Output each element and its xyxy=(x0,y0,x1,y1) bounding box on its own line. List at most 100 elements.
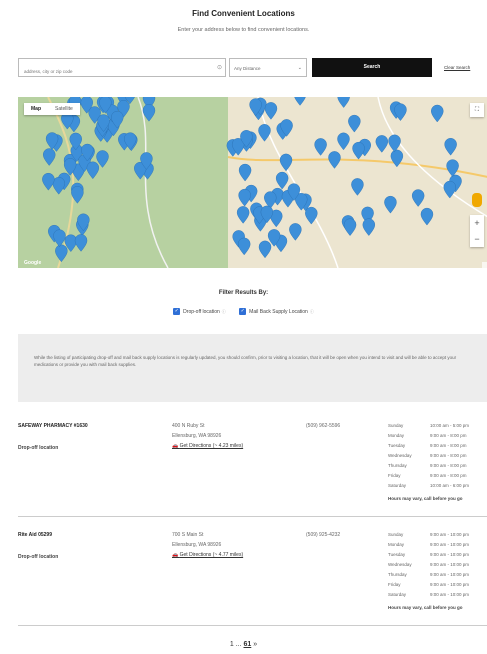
hours-day: Thursday xyxy=(388,572,407,577)
hours-time: 9:00 am - 8:00 pm xyxy=(430,473,467,478)
filter-title: Filter Results By: xyxy=(218,290,269,296)
page-subtitle: Enter your address below to find conveni… xyxy=(177,27,310,33)
hours-time: 9:00 am - 10:00 pm xyxy=(430,542,470,547)
page-ellipsis: ... xyxy=(235,641,242,648)
map-type-control: Map Satellite xyxy=(24,103,80,115)
zoom-in-button[interactable]: + xyxy=(470,215,484,231)
location-name: SAFEWAY PHARMACY #1630 xyxy=(18,423,88,429)
page-current: 61 xyxy=(243,641,252,648)
hours-day: Monday xyxy=(388,433,405,438)
hours-day: Friday xyxy=(388,582,401,587)
location-address-line1: 700 S Main St xyxy=(172,532,204,538)
hours-note: Hours may vary, call before you go xyxy=(388,605,463,610)
hours-day: Thursday xyxy=(388,463,407,468)
page-next-link[interactable]: » xyxy=(253,641,257,648)
hours-time: 9:00 am - 10:00 pm xyxy=(430,592,470,597)
hours-time: 9:00 am - 10:00 pm xyxy=(430,582,470,587)
map-attribution xyxy=(482,262,487,268)
hours-day: Friday xyxy=(388,473,401,478)
hours-row: Sunday 10:00 am - 5:00 pm xyxy=(388,423,487,433)
info-icon[interactable]: ⓘ xyxy=(222,309,226,315)
get-directions-link[interactable]: 🚗 Get Directions (~ 4.23 miles) xyxy=(172,443,243,449)
location-type: Drop-off location xyxy=(18,445,59,451)
street-view-icon[interactable] xyxy=(472,193,482,207)
hours-time: 10:00 am - 5:00 pm xyxy=(430,423,470,428)
distance-value: Any Distance xyxy=(234,66,261,71)
hours-time: 9:00 am - 10:00 pm xyxy=(430,532,470,537)
page-title: Find Convenient Locations xyxy=(192,9,295,18)
mailback-filter-checkbox[interactable]: ✓ Mail Back Supply Location ⓘ xyxy=(239,308,314,315)
directions-label: Get Directions (~ 4.23 miles) xyxy=(179,443,244,449)
hours-note: Hours may vary, call before you go xyxy=(388,496,463,501)
hours-day: Saturday xyxy=(388,592,407,597)
hours-row: Thursday 9:00 am - 8:00 pm xyxy=(388,463,487,473)
hours-day: Tuesday xyxy=(388,443,406,448)
zoom-control: + − xyxy=(470,215,484,247)
hours-row: Wednesday 9:00 am - 8:00 pm xyxy=(388,453,487,463)
location-name: Rite Aid 05299 xyxy=(18,532,52,538)
info-icon[interactable]: ⓘ xyxy=(310,309,314,315)
hours-time: 9:00 am - 10:00 pm xyxy=(430,552,470,557)
location-address-line2: Ellensburg, WA 98926 xyxy=(172,433,222,439)
hours-row: Friday 9:00 am - 8:00 pm xyxy=(388,473,487,483)
hours-row: Monday 9:00 am - 10:00 pm xyxy=(388,542,487,552)
locations-map[interactable]: Map Satellite ⛶ + − Google xyxy=(18,97,487,268)
locate-icon[interactable]: ⊙ xyxy=(217,64,222,71)
hours-day: Monday xyxy=(388,542,405,547)
get-directions-link[interactable]: 🚗 Get Directions (~ 4.77 miles) xyxy=(172,552,243,558)
address-input[interactable] xyxy=(18,58,226,77)
map-tab[interactable]: Map xyxy=(24,103,48,115)
location-row: Rite Aid 05299 Drop-off location 700 S M… xyxy=(18,524,487,626)
pagination: 1 ... 61 » xyxy=(0,641,487,648)
chevron-down-icon: ⌄ xyxy=(297,65,302,71)
hours-time: 9:00 am - 8:00 pm xyxy=(430,433,467,438)
directions-label: Get Directions (~ 4.77 miles) xyxy=(179,552,244,558)
location-phone[interactable]: (509) 925-4232 xyxy=(306,532,340,538)
hours-row: Saturday 10:00 am - 6:00 pm xyxy=(388,483,487,493)
hours-day: Saturday xyxy=(388,483,407,488)
hours-day: Tuesday xyxy=(388,552,406,557)
hours-row: Saturday 9:00 am - 10:00 pm xyxy=(388,592,487,602)
location-type: Drop-off location xyxy=(18,554,59,560)
clear-search-link[interactable]: Clear Search xyxy=(444,65,470,70)
location-row: SAFEWAY PHARMACY #1630 Drop-off location… xyxy=(18,415,487,517)
location-phone[interactable]: (509) 962-5596 xyxy=(306,423,340,429)
hours-time: 9:00 am - 10:00 pm xyxy=(430,562,470,567)
hours-day: Wednesday xyxy=(388,453,412,458)
hours-row: Tuesday 9:00 am - 8:00 pm xyxy=(388,443,487,453)
hours-time: 9:00 am - 8:00 pm xyxy=(430,443,467,448)
dropoff-filter-checkbox[interactable]: ✓ Drop-off location ⓘ xyxy=(173,308,226,315)
filter-options: ✓ Drop-off location ⓘ ✓ Mail Back Supply… xyxy=(0,308,487,315)
dropoff-filter-label: Drop-off location xyxy=(183,308,220,315)
hours-day: Wednesday xyxy=(388,562,412,567)
notice-banner: While the listing of participating drop-… xyxy=(18,334,487,402)
hours-row: Monday 9:00 am - 8:00 pm xyxy=(388,433,487,443)
satellite-tab[interactable]: Satellite xyxy=(48,103,80,115)
search-button[interactable]: Search xyxy=(312,58,432,77)
map-canvas xyxy=(18,97,487,268)
hours-time: 9:00 am - 8:00 pm xyxy=(430,463,467,468)
search-bar: ⊙ Any Distance ⌄ Search Clear Search xyxy=(18,58,487,78)
hours-row: Tuesday 9:00 am - 10:00 pm xyxy=(388,552,487,562)
hours-row: Friday 9:00 am - 10:00 pm xyxy=(388,582,487,592)
location-address-line1: 400 N Ruby St xyxy=(172,423,205,429)
google-logo: Google xyxy=(24,260,42,266)
hours-day: Sunday xyxy=(388,532,404,537)
zoom-out-button[interactable]: − xyxy=(470,231,484,247)
hours-row: Wednesday 9:00 am - 10:00 pm xyxy=(388,562,487,572)
hours-table: Sunday 9:00 am - 10:00 pm Monday 9:00 am -… xyxy=(388,532,487,610)
checkbox-checked-icon: ✓ xyxy=(173,308,181,315)
car-icon: 🚗 xyxy=(172,552,180,558)
hours-time: 10:00 am - 6:00 pm xyxy=(430,483,470,488)
car-icon: 🚗 xyxy=(172,443,180,449)
distance-select[interactable]: Any Distance ⌄ xyxy=(229,58,307,77)
mailback-filter-label: Mail Back Supply Location xyxy=(249,308,308,315)
hours-table: Sunday 10:00 am - 5:00 pm Monday 9:00 am -… xyxy=(388,423,487,501)
page-first-link[interactable]: 1 xyxy=(230,641,234,648)
hours-day: Sunday xyxy=(388,423,404,428)
hours-row: Sunday 9:00 am - 10:00 pm xyxy=(388,532,487,542)
location-address-line2: Ellensburg, WA 98926 xyxy=(172,542,222,548)
fullscreen-icon[interactable]: ⛶ xyxy=(470,103,484,117)
checkbox-checked-icon: ✓ xyxy=(239,308,247,315)
hours-row: Thursday 9:00 am - 10:00 pm xyxy=(388,572,487,582)
